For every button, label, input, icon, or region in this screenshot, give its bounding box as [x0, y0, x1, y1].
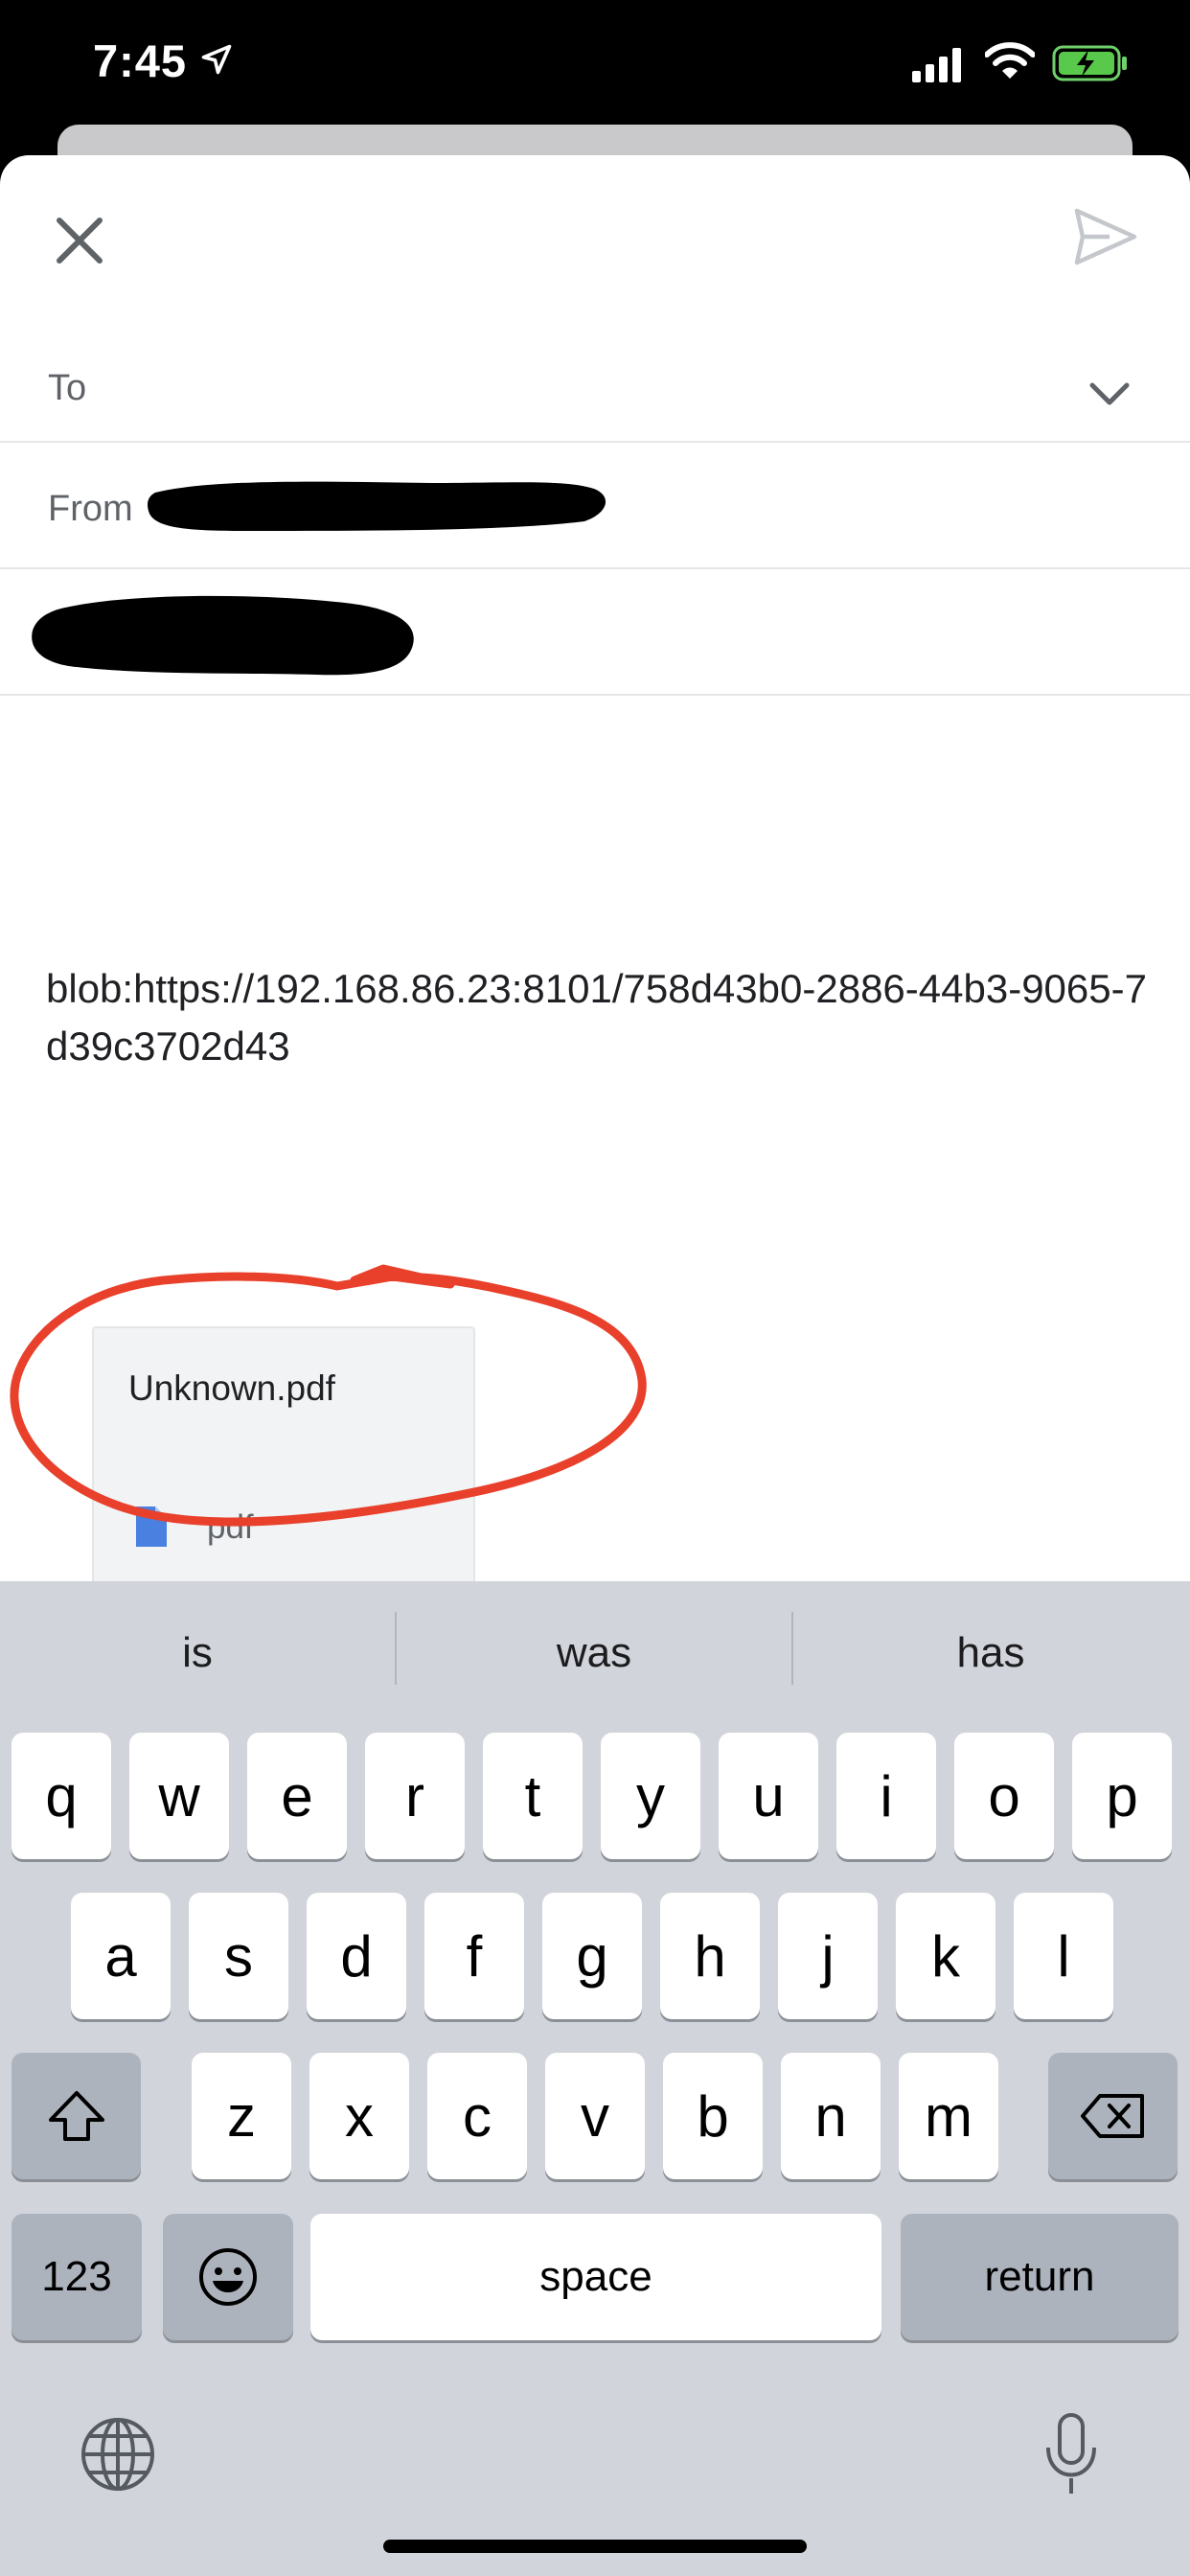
suggestion-3[interactable]: has: [793, 1581, 1188, 1725]
key-o[interactable]: o: [954, 1733, 1054, 1859]
key-l[interactable]: l: [1014, 1893, 1113, 2019]
key-d[interactable]: d: [307, 1893, 406, 2019]
key-a[interactable]: a: [71, 1893, 171, 2019]
wifi-icon: [985, 42, 1035, 79]
chevron-down-icon[interactable]: [1085, 368, 1134, 418]
to-field[interactable]: To: [0, 318, 1190, 443]
from-label: From: [48, 489, 133, 529]
keyboard: is was has 123 space return qwertyuiop as…: [0, 1581, 1190, 2576]
key-g[interactable]: g: [542, 1893, 642, 2019]
location-arrow-icon: [201, 44, 232, 75]
key-w[interactable]: w: [129, 1733, 229, 1859]
space-key[interactable]: space: [310, 2214, 881, 2340]
shift-icon: [48, 2091, 104, 2141]
subject-field[interactable]: [0, 569, 1190, 696]
key-f[interactable]: f: [424, 1893, 524, 2019]
redacted-sender: [148, 481, 606, 531]
key-p[interactable]: p: [1072, 1733, 1172, 1859]
redacted-subject: [32, 595, 414, 676]
status-bar: 7:45: [0, 0, 1190, 125]
key-c[interactable]: c: [427, 2053, 527, 2179]
key-h[interactable]: h: [660, 1893, 760, 2019]
return-key[interactable]: return: [901, 2214, 1179, 2340]
key-z[interactable]: z: [192, 2053, 291, 2179]
to-label: To: [48, 368, 87, 408]
key-i[interactable]: i: [836, 1733, 936, 1859]
key-u[interactable]: u: [719, 1733, 818, 1859]
send-icon[interactable]: [1071, 203, 1140, 270]
status-time: 7:45: [93, 35, 188, 86]
emoji-key[interactable]: [163, 2214, 293, 2340]
key-t[interactable]: t: [483, 1733, 583, 1859]
key-e[interactable]: e: [247, 1733, 347, 1859]
key-m[interactable]: m: [899, 2053, 998, 2179]
suggestion-2[interactable]: was: [397, 1581, 791, 1725]
suggestion-1[interactable]: is: [0, 1581, 395, 1725]
backspace-key[interactable]: [1048, 2053, 1178, 2179]
shift-key[interactable]: [11, 2053, 141, 2179]
key-v[interactable]: v: [545, 2053, 645, 2179]
message-body[interactable]: blob:https://192.168.86.23:8101/758d43b0…: [46, 960, 1157, 1075]
numbers-key[interactable]: 123: [11, 2214, 142, 2340]
from-field[interactable]: From: [0, 443, 1190, 569]
globe-icon[interactable]: [79, 2415, 157, 2494]
key-q[interactable]: q: [11, 1733, 111, 1859]
key-y[interactable]: y: [601, 1733, 700, 1859]
key-j[interactable]: j: [778, 1893, 878, 2019]
key-x[interactable]: x: [309, 2053, 409, 2179]
annotation-circle: [10, 1264, 647, 1527]
key-r[interactable]: r: [365, 1733, 465, 1859]
microphone-icon[interactable]: [1042, 2411, 1100, 2497]
key-s[interactable]: s: [189, 1893, 288, 2019]
home-indicator[interactable]: [383, 2540, 807, 2553]
battery-charging-icon: [1052, 45, 1127, 81]
key-k[interactable]: k: [896, 1893, 995, 2019]
backspace-icon: [1080, 2094, 1144, 2138]
close-icon[interactable]: [46, 207, 113, 274]
key-b[interactable]: b: [663, 2053, 763, 2179]
emoji-icon: [199, 2248, 257, 2306]
key-n[interactable]: n: [781, 2053, 881, 2179]
signal-icon: [912, 48, 961, 82]
